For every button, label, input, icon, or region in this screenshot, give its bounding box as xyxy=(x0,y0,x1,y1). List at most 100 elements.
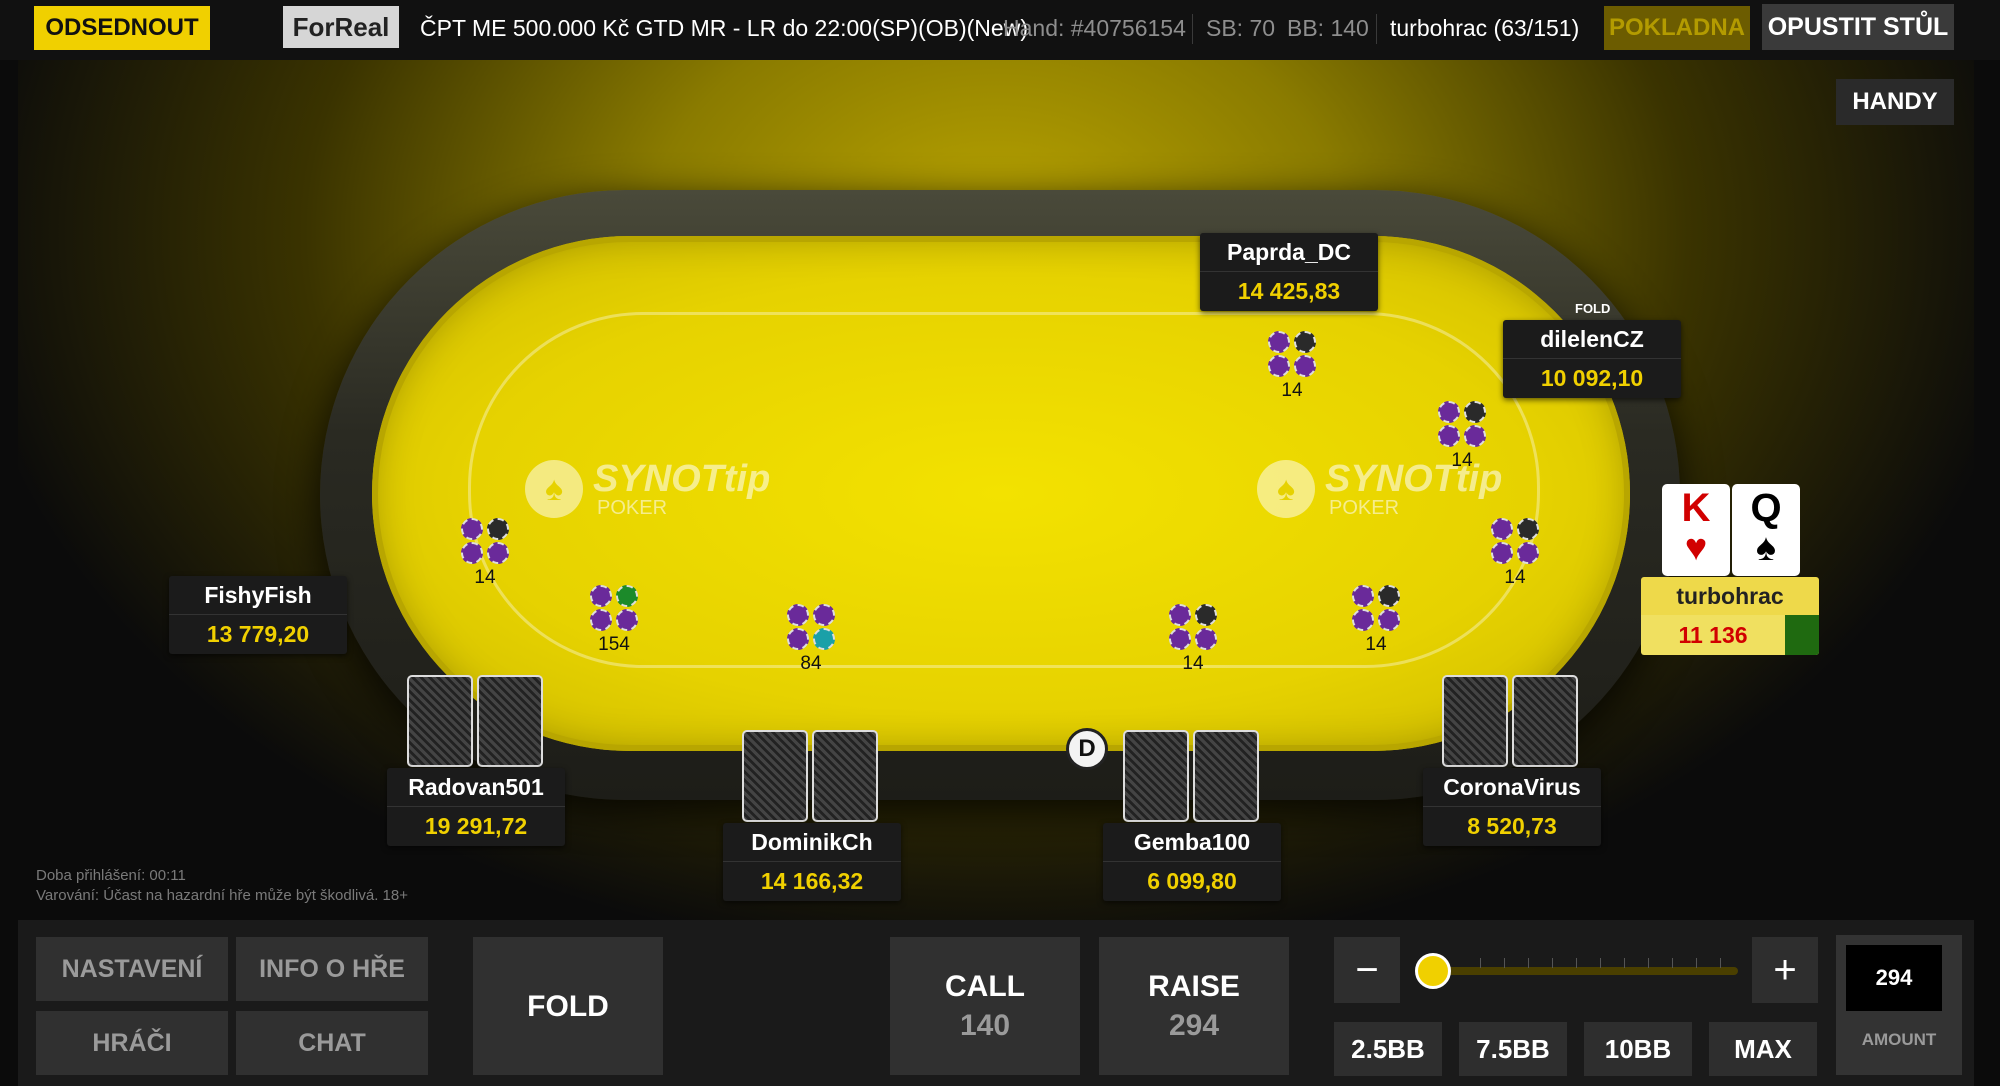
bet-amount: 14 xyxy=(1281,380,1303,401)
player-plate-dominik[interactable]: DominikCh 14 166,32 xyxy=(723,823,901,901)
player-name: DominikCh xyxy=(723,823,901,862)
big-blind: BB: 140 xyxy=(1287,14,1369,41)
small-blind: SB: 70 xyxy=(1206,14,1276,41)
player-plate-radovan[interactable]: Radovan501 19 291,72 xyxy=(387,768,565,846)
preset-max-button[interactable]: MAX xyxy=(1709,1022,1817,1076)
session-info: Doba přihlášení: 00:11 Varování: Účast n… xyxy=(36,866,408,906)
card-back xyxy=(742,730,808,822)
bet-chips-gemba: 14 xyxy=(1163,603,1223,675)
player-name: turbohrac xyxy=(1641,577,1819,615)
call-label: CALL xyxy=(945,970,1025,1003)
player-plate-corona[interactable]: CoronaVirus 8 520,73 xyxy=(1423,768,1601,846)
minus-icon: − xyxy=(1355,947,1379,992)
leave-table-button[interactable]: OPUSTIT STŮL xyxy=(1762,4,1954,50)
bet-chips-corona: 14 xyxy=(1346,584,1406,656)
hero-player-plate[interactable]: turbohrac 11 136 xyxy=(1641,577,1819,655)
divider xyxy=(1192,14,1193,44)
bet-chips-hero: 14 xyxy=(1485,517,1545,589)
hand-number: Hand: #40756154 xyxy=(1003,14,1186,41)
spade-suit-icon: ♠ xyxy=(1755,527,1777,569)
card-back xyxy=(1193,730,1259,822)
real-money-badge: ForReal xyxy=(283,6,399,48)
preset-2-5bb-button[interactable]: 2.5BB xyxy=(1334,1022,1442,1076)
players-button[interactable]: HRÁČI xyxy=(36,1011,228,1075)
logo-text: SYNOTtip xyxy=(593,458,771,500)
player-stack: 13 779,20 xyxy=(206,621,310,647)
preset-10bb-button[interactable]: 10BB xyxy=(1584,1022,1692,1076)
player-name: FishyFish xyxy=(169,576,347,615)
game-info-button[interactable]: INFO O HŘE xyxy=(236,937,428,1001)
player-stack: 14 425,83 xyxy=(1237,278,1341,304)
bet-amount: 154 xyxy=(598,634,630,655)
bet-amount: 84 xyxy=(800,653,822,674)
bet-chips-fishyfish: 14 xyxy=(455,517,515,589)
bet-slider-track[interactable] xyxy=(1430,967,1738,975)
card-back xyxy=(812,730,878,822)
bet-amount: 14 xyxy=(1365,634,1387,655)
card-back xyxy=(477,675,543,767)
player-stack: 19 291,72 xyxy=(424,813,528,839)
fold-button[interactable]: FOLD xyxy=(473,937,663,1075)
bet-amount: 14 xyxy=(1182,653,1204,674)
spade-logo-icon: ♠ xyxy=(1257,460,1315,518)
table-title: ČPT ME 500.000 Kč GTD MR - LR do 22:00(S… xyxy=(420,14,1028,41)
bet-chips-radovan: 154 xyxy=(584,584,644,656)
player-name: Radovan501 xyxy=(387,768,565,807)
card-back xyxy=(1442,675,1508,767)
action-timer xyxy=(1785,615,1819,655)
user-info: turbohrac (63/151) xyxy=(1390,14,1580,41)
preset-7-5bb-button[interactable]: 7.5BB xyxy=(1459,1022,1567,1076)
raise-label: RAISE xyxy=(1148,970,1240,1003)
bet-amount: 14 xyxy=(1504,567,1526,588)
player-stack: 14 166,32 xyxy=(760,868,864,894)
bet-amount-label: AMOUNT xyxy=(1861,1030,1937,1049)
player-plate-dilelen[interactable]: dilelenCZ 10 092,10 xyxy=(1503,320,1681,398)
increase-bet-button[interactable]: + xyxy=(1752,937,1818,1003)
card-back xyxy=(407,675,473,767)
player-plate-fishyfish[interactable]: FishyFish 13 779,20 xyxy=(169,576,347,654)
fold-status-label: FOLD xyxy=(1575,301,1611,316)
player-stack: 10 092,10 xyxy=(1540,365,1644,391)
fold-label: FOLD xyxy=(527,989,609,1023)
player-name: dilelenCZ xyxy=(1503,320,1681,359)
settings-button[interactable]: NASTAVENÍ xyxy=(36,937,228,1001)
sit-out-button[interactable]: ODSEDNOUT xyxy=(34,6,210,50)
logo-subtext: POKER xyxy=(597,497,668,519)
player-stack: 6 099,80 xyxy=(1147,868,1237,894)
bet-slider-ticks xyxy=(1480,958,1730,968)
synottip-logo-left: ♠ SYNOTtip POKER xyxy=(525,460,770,518)
hand-history-button[interactable]: HANDY xyxy=(1836,79,1954,125)
logo-subtext: POKER xyxy=(1329,497,1400,519)
call-button[interactable]: CALL 140 xyxy=(890,937,1080,1075)
player-stack: 8 520,73 xyxy=(1467,813,1557,839)
chat-button[interactable]: CHAT xyxy=(236,1011,428,1075)
player-plate-gemba[interactable]: Gemba100 6 099,80 xyxy=(1103,823,1281,901)
bet-amount: 14 xyxy=(474,567,496,588)
cashier-button[interactable]: POKLADNA xyxy=(1604,6,1750,50)
dealer-button: D xyxy=(1066,728,1108,770)
player-plate-paprda[interactable]: Paprda_DC 14 425,83 xyxy=(1200,233,1378,311)
bet-amount-input[interactable]: 294 xyxy=(1846,945,1942,1011)
bet-chips-dominik: 84 xyxy=(781,603,841,675)
bet-amount: 14 xyxy=(1451,450,1473,471)
card-back xyxy=(1123,730,1189,822)
plus-icon: + xyxy=(1773,947,1797,992)
player-name: Gemba100 xyxy=(1103,823,1281,862)
card-rank: K xyxy=(1681,486,1711,530)
bet-chips-dilelen: 14 xyxy=(1432,400,1492,472)
divider xyxy=(1376,14,1377,44)
hero-card-2: Q ♠ xyxy=(1732,484,1800,576)
call-amount: 140 xyxy=(959,1009,1011,1042)
heart-suit-icon: ♥ xyxy=(1684,527,1708,569)
player-stack: 11 136 xyxy=(1678,621,1748,648)
raise-button[interactable]: RAISE 294 xyxy=(1099,937,1289,1075)
spade-logo-icon: ♠ xyxy=(525,460,583,518)
login-time: Doba přihlášení: 00:11 xyxy=(36,867,186,884)
player-name: Paprda_DC xyxy=(1200,233,1378,272)
bet-slider-thumb[interactable] xyxy=(1415,953,1451,989)
raise-amount: 294 xyxy=(1168,1009,1220,1042)
decrease-bet-button[interactable]: − xyxy=(1334,937,1400,1003)
player-name: CoronaVirus xyxy=(1423,768,1601,807)
bet-chips-paprda: 14 xyxy=(1262,330,1322,402)
hero-card-1: K ♥ xyxy=(1662,484,1730,576)
